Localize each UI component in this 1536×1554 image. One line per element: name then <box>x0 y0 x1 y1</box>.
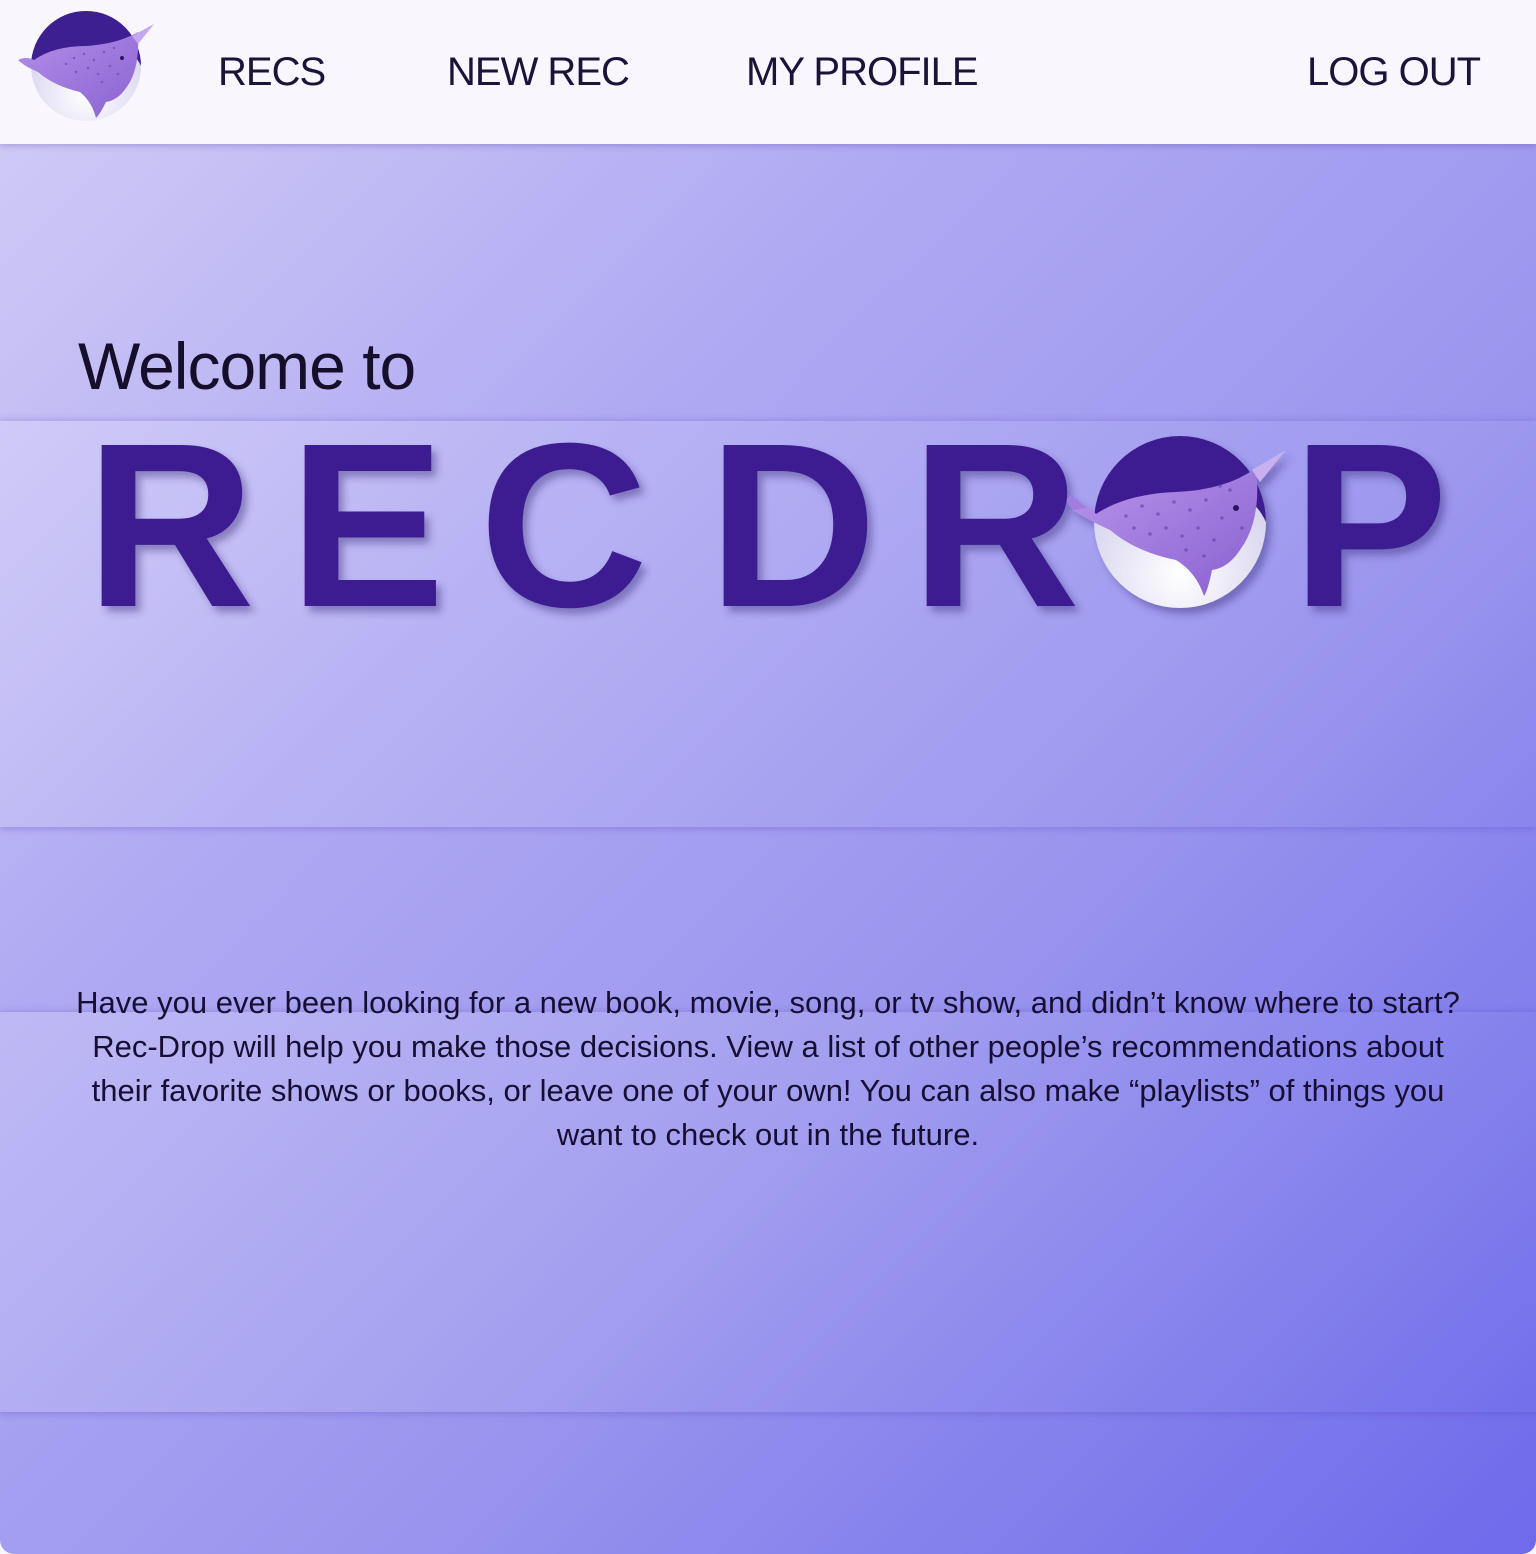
brand-p-text: P <box>1292 410 1448 630</box>
about-description: Have you ever been looking for a new boo… <box>76 985 1460 1152</box>
welcome-heading: Welcome to <box>78 329 416 403</box>
nav-new-rec-link[interactable]: NEW REC <box>447 50 630 95</box>
brand-dr-text: DR <box>708 410 1114 630</box>
nav-my-profile-link[interactable]: MY PROFILE <box>746 50 979 95</box>
logout-link[interactable]: LOG OUT <box>1307 50 1481 95</box>
brand-rec-text: REC <box>86 410 682 630</box>
top-nav: RECS NEW REC MY PROFILE LOG OUT <box>0 0 1536 144</box>
nav-recs-link[interactable]: RECS <box>218 50 326 95</box>
narwhal-logo-icon[interactable] <box>14 10 156 124</box>
brand-wordmark: REC DR P <box>86 410 1448 630</box>
page: RECS NEW REC MY PROFILE LOG OUT Welcome … <box>0 0 1536 1554</box>
